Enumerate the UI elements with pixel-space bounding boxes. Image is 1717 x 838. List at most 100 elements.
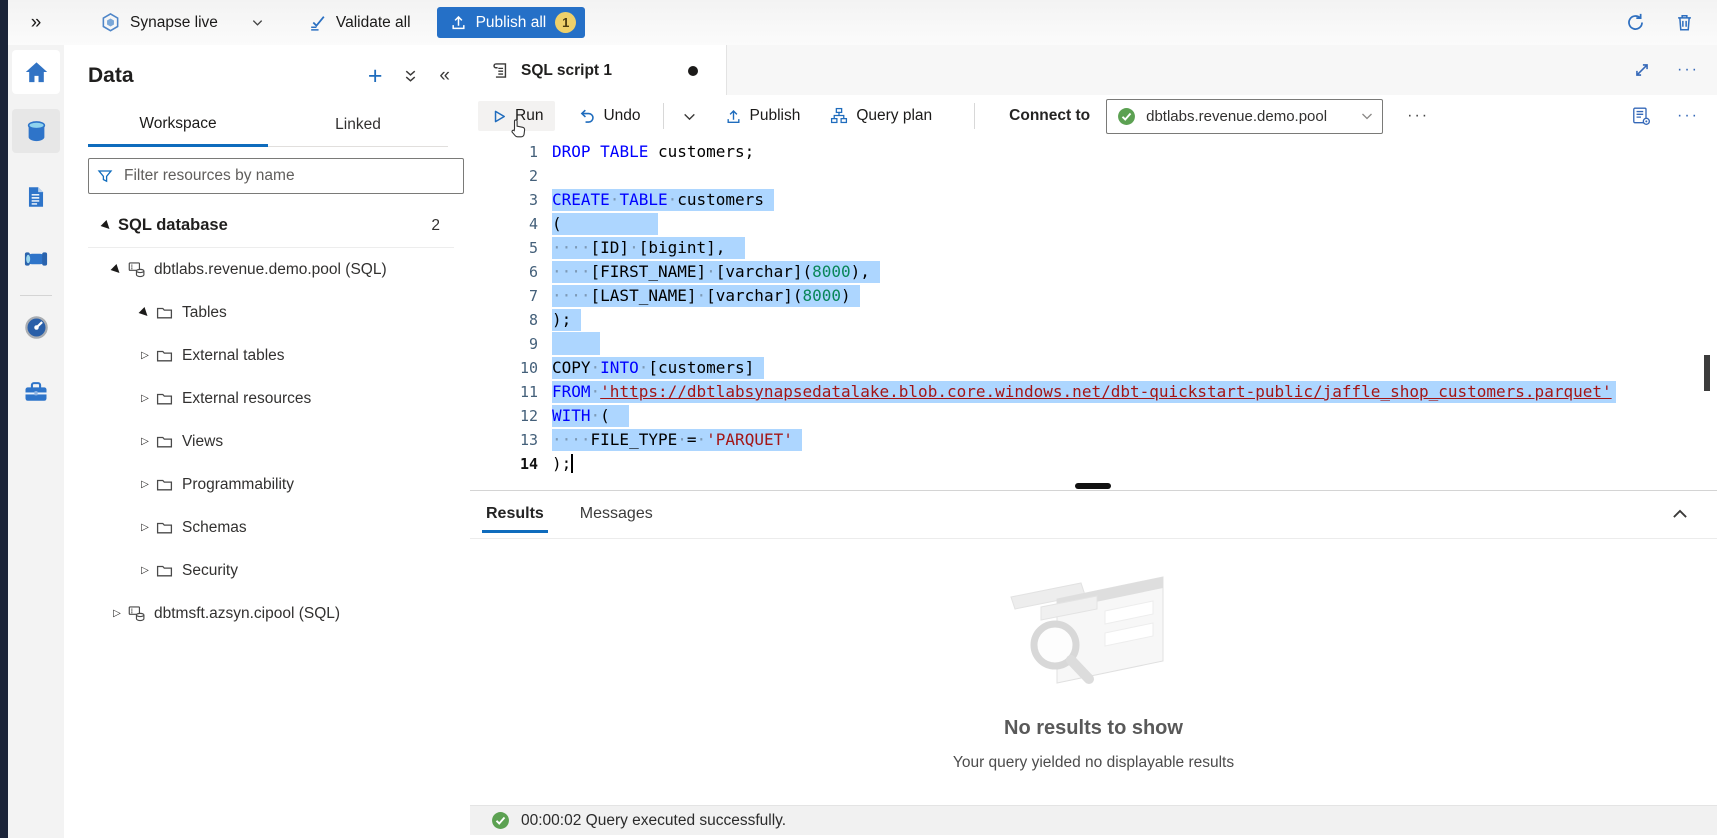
sidebar-item-manage[interactable] (12, 370, 60, 414)
collapsed-twisty-icon[interactable]: ▷ (134, 350, 156, 361)
collapse-results-chevron-up-icon[interactable] (1669, 503, 1691, 525)
tree-item-external-tables[interactable]: ▷External tables (64, 334, 470, 377)
code-line-3[interactable]: 3 CREATE·TABLE·customers (470, 188, 1717, 212)
discard-trash-button[interactable] (1674, 12, 1695, 33)
data-panel-tabs: Workspace Linked (88, 103, 448, 147)
filter-box (88, 158, 464, 194)
sidebar-item-data[interactable] (12, 109, 60, 153)
token-ws: ···· (552, 430, 591, 449)
code-line-12[interactable]: 12WITH·( (470, 404, 1717, 428)
collapsed-twisty-icon[interactable]: ▷ (106, 608, 128, 619)
validate-all-button[interactable]: Validate all (308, 13, 411, 32)
sidebar-item-integrate[interactable] (12, 237, 60, 281)
collapse-all-icon[interactable] (402, 68, 419, 85)
main-work-area: SQL script 1 ··· Run Undo (470, 45, 1717, 838)
tab-messages[interactable]: Messages (576, 491, 657, 537)
code-text (552, 332, 600, 356)
run-button[interactable]: Run (478, 101, 555, 131)
mode-label: Synapse live (130, 14, 218, 32)
selection-highlight (552, 332, 600, 355)
collapsed-twisty-icon[interactable]: ▷ (134, 522, 156, 533)
code-line-7[interactable]: 7····[LAST_NAME]·[varchar](8000) (470, 284, 1717, 308)
mode-selector[interactable]: Synapse live (100, 12, 264, 33)
splitter-handle[interactable] (1075, 483, 1111, 489)
query-status-bar: 00:00:02 Query executed successfully. (470, 805, 1717, 835)
publish-all-button[interactable]: Publish all 1 (437, 7, 586, 38)
tree-item-external-resources[interactable]: ▷External resources (64, 377, 470, 420)
token-ws: · (677, 430, 687, 449)
editor-tabstrip: SQL script 1 ··· (470, 45, 1717, 96)
token-pl: [LAST_NAME] (591, 286, 697, 305)
collapsed-twisty-icon[interactable]: ▷ (134, 565, 156, 576)
tree-item-dbtmsft-azsyn-cipool-sql-[interactable]: ▷dbtmsft.azsyn.cipool (SQL) (64, 592, 470, 635)
code-line-13[interactable]: 13····FILE_TYPE·=·'PARQUET' (470, 428, 1717, 452)
connect-more-button[interactable]: ··· (1407, 107, 1429, 125)
selection-highlight: CREATE·TABLE·customers (552, 189, 774, 211)
token-kw: CREATE (552, 190, 610, 209)
line-number: 10 (470, 356, 538, 380)
line-number: 8 (470, 308, 538, 332)
tree-item-sql-database[interactable]: ▶SQL database2 (64, 204, 470, 247)
tree-item-views[interactable]: ▷Views (64, 420, 470, 463)
editor-scrollbar-marker[interactable] (1704, 355, 1710, 391)
tree-item-security[interactable]: ▷Security (64, 549, 470, 592)
tab-more-button[interactable]: ··· (1677, 61, 1699, 79)
expanded-twisty-icon[interactable]: ▶ (95, 213, 120, 238)
code-text: ····FILE_TYPE·=·'PARQUET' (552, 428, 802, 452)
tab-linked[interactable]: Linked (268, 103, 448, 147)
code-line-10[interactable]: 10COPY·INTO·[customers] (470, 356, 1717, 380)
tab-sql-script-1[interactable]: SQL script 1 (470, 45, 727, 96)
sidebar-item-monitor[interactable] (12, 305, 60, 349)
token-pl (591, 142, 601, 161)
expanded-twisty-icon[interactable]: ▶ (133, 300, 158, 325)
tree-item-count: 2 (431, 217, 470, 235)
publish-button[interactable]: Publish (713, 101, 813, 131)
selection-highlight: FROM·'https://dbtlabsynapsedatalake.blob… (552, 381, 1616, 403)
code-line-6[interactable]: 6····[FIRST_NAME]·[varchar](8000), (470, 260, 1717, 284)
rail-expand-button[interactable]: » (8, 12, 64, 34)
tree-item-dbtlabs-revenue-demo-pool-sql-[interactable]: ▶dbtlabs.revenue.demo.pool (SQL) (64, 248, 470, 291)
tree-item-programmability[interactable]: ▷Programmability (64, 463, 470, 506)
run-options-chevron[interactable] (674, 103, 705, 130)
publish-all-label: Publish all (476, 14, 547, 32)
tree-item-schemas[interactable]: ▷Schemas (64, 506, 470, 549)
refresh-button[interactable] (1625, 12, 1646, 33)
code-line-9[interactable]: 9 (470, 332, 1717, 356)
code-line-14[interactable]: 14); (470, 452, 1717, 476)
code-line-1[interactable]: 1DROP TABLE customers; (470, 140, 1717, 164)
tree-item-tables[interactable]: ▶Tables (64, 291, 470, 334)
collapsed-twisty-icon[interactable]: ▷ (134, 436, 156, 447)
expand-editor-icon[interactable] (1633, 61, 1651, 79)
sidebar-item-develop[interactable] (12, 175, 60, 219)
selection-highlight: ····[ID]·[bigint], (552, 237, 745, 259)
line-number: 5 (470, 236, 538, 260)
code-line-5[interactable]: 5 ····[ID]·[bigint], (470, 236, 1717, 260)
toolbar-more-button[interactable]: ··· (1677, 107, 1699, 125)
pool-select-dropdown[interactable]: dbtlabs.revenue.demo.pool (1106, 99, 1383, 134)
add-resource-button[interactable]: + (368, 66, 383, 86)
token-kw: DROP (552, 142, 591, 161)
tab-results[interactable]: Results (482, 491, 548, 537)
code-text: DROP TABLE customers; (552, 140, 754, 164)
query-plan-button[interactable]: Query plan (818, 101, 944, 131)
folder-icon (156, 562, 182, 579)
code-line-2[interactable]: 2 (470, 164, 1717, 188)
sql-code-editor[interactable]: 1DROP TABLE customers;23 CREATE·TABLE·cus… (470, 137, 1717, 483)
collapse-panel-button[interactable]: « (439, 65, 450, 87)
sql-script-icon (490, 61, 509, 80)
collapsed-twisty-icon[interactable]: ▷ (134, 479, 156, 490)
validate-icon (308, 13, 327, 32)
properties-icon[interactable] (1631, 106, 1651, 126)
code-line-4[interactable]: 4( (470, 212, 1717, 236)
token-kw: FROM (552, 382, 591, 401)
filter-resources-input[interactable] (122, 166, 455, 186)
code-line-11[interactable]: 11FROM·'https://dbtlabsynapsedatalake.bl… (470, 380, 1717, 404)
tab-workspace[interactable]: Workspace (88, 103, 268, 147)
undo-button[interactable]: Undo (565, 101, 652, 131)
line-number: 3 (470, 188, 538, 212)
sidebar-item-home[interactable] (12, 50, 60, 94)
token-pl: [customers] (648, 358, 754, 377)
expanded-twisty-icon[interactable]: ▶ (105, 257, 130, 282)
code-line-8[interactable]: 8); (470, 308, 1717, 332)
collapsed-twisty-icon[interactable]: ▷ (134, 393, 156, 404)
